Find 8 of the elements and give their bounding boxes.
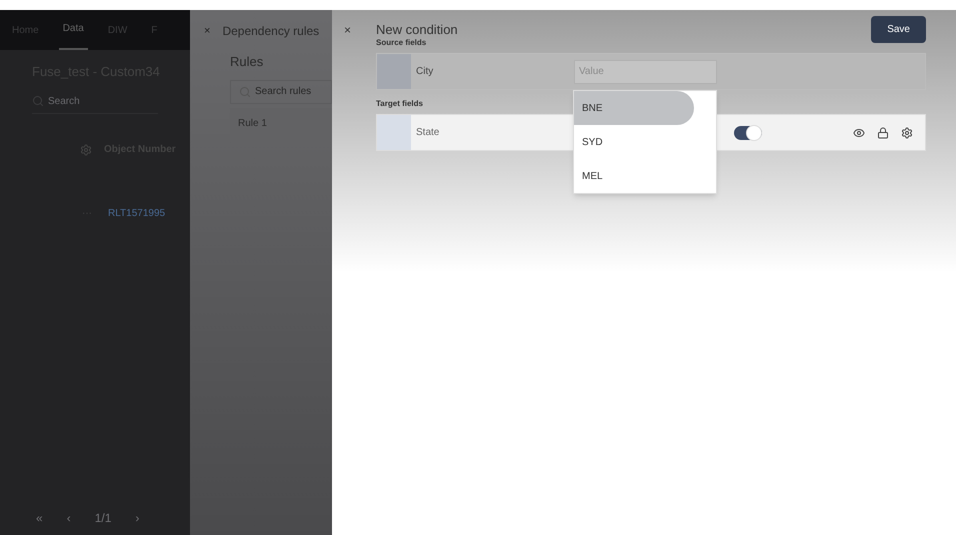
panel-title: Dependency rules — [222, 23, 320, 40]
field-name: City — [416, 65, 434, 79]
section-label: Source fields — [376, 37, 426, 49]
section-label: Target fields — [376, 98, 423, 110]
page-indicator: 1/1 — [94, 510, 112, 527]
panel-title: New condition — [376, 20, 458, 39]
field-name: State — [416, 126, 440, 140]
rules-heading: Rules — [230, 53, 264, 71]
